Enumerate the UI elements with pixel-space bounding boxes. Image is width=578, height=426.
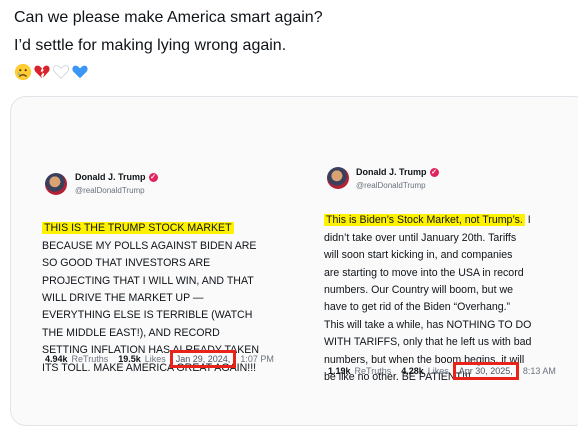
likes-label: Likes	[427, 366, 449, 376]
verified-badge-icon: ✓	[429, 167, 439, 177]
retruths-count: 1.19k	[328, 366, 351, 376]
date-highlight-box: Jan 29, 2024,	[169, 350, 237, 368]
retruths-count: 4.94k	[45, 354, 68, 364]
tweet-stats: 4.94k ReTruths 19.5k Likes Jan 29, 2024,…	[45, 350, 274, 368]
broken-heart-icon	[33, 63, 51, 81]
embedded-image-card[interactable]: Donald J. Trump ✓ @realDonaldTrump THIS I…	[10, 96, 578, 426]
avatar	[45, 173, 67, 195]
date-highlight-box: Apr 30, 2025,	[452, 362, 519, 380]
highlighted-text: This is Biden’s Stock Market, not Trump’…	[324, 214, 525, 227]
likes-count: 19.5k	[118, 354, 141, 364]
blue-heart-icon	[71, 63, 89, 81]
post-text-line-2: I’d settle for making lying wrong again.	[14, 37, 287, 54]
highlighted-text: THIS IS THE TRUMP STOCK MARKET	[42, 222, 234, 235]
likes-label: Likes	[144, 354, 166, 364]
tweet-stats: 1.19k ReTruths 4.28k Likes Apr 30, 2025,…	[328, 362, 556, 380]
time-label: 8:13 AM	[522, 366, 556, 376]
author-handle: @realDonaldTrump	[356, 181, 426, 190]
tweet-body-suffix: I	[524, 214, 531, 227]
post-text-line-1: Can we please make America smart again?	[14, 9, 323, 26]
white-heart-icon	[52, 63, 70, 81]
time-label: 1:07 PM	[240, 354, 274, 364]
author-handle: @realDonaldTrump	[75, 186, 145, 195]
avatar	[327, 167, 349, 189]
emoji-row	[14, 62, 89, 82]
retruths-label: ReTruths	[71, 354, 109, 364]
crying-face-icon	[14, 63, 32, 81]
author-name: Donald J. Trump ✓	[356, 167, 439, 177]
verified-badge-icon: ✓	[148, 172, 158, 182]
author-name: Donald J. Trump ✓	[75, 172, 158, 182]
likes-count: 4.28k	[401, 366, 424, 376]
retruths-label: ReTruths	[354, 366, 392, 376]
